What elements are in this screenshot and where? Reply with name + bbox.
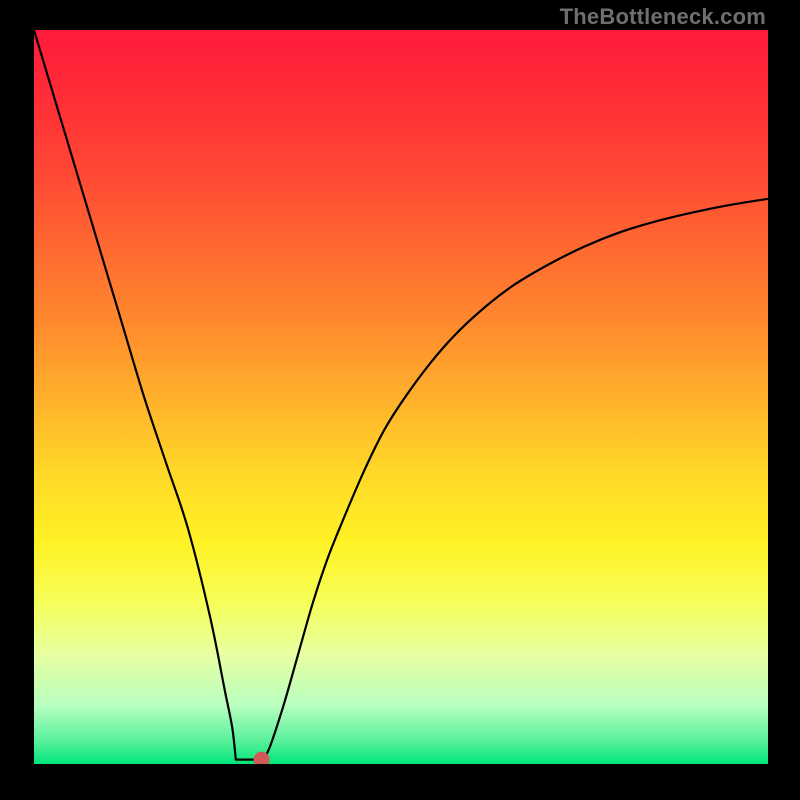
chart-svg xyxy=(34,30,768,764)
plot-area xyxy=(34,30,768,764)
watermark-text: TheBottleneck.com xyxy=(560,4,766,30)
chart-frame: TheBottleneck.com xyxy=(0,0,800,800)
